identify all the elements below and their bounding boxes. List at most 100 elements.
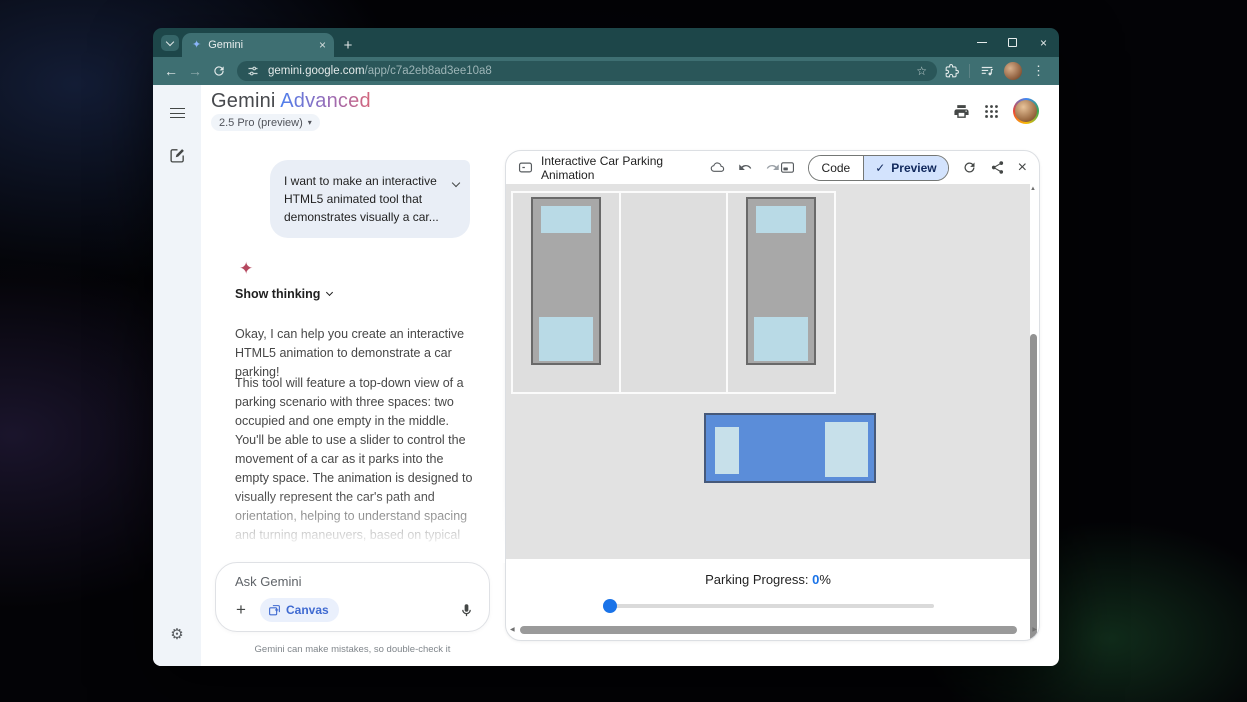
tab-search-button[interactable]: [161, 35, 179, 51]
response-paragraph-2: This tool will feature a top-down view o…: [235, 374, 477, 564]
canvas-title[interactable]: Interactive Car Parking Animation: [541, 154, 698, 182]
gemini-sparkle-icon: ✦: [239, 259, 253, 279]
bookmark-star-icon[interactable]: ☆: [916, 64, 927, 78]
close-canvas-button[interactable]: ×: [1018, 159, 1027, 177]
printer-icon: [953, 103, 970, 120]
parking-stall-middle-empty: [621, 193, 729, 392]
animation-preview: [506, 184, 1030, 559]
tab-title: Gemini: [208, 39, 319, 51]
share-icon: [990, 160, 1005, 175]
minimize-icon: [977, 42, 987, 43]
player-car: [704, 413, 876, 483]
chevron-down-icon: [166, 37, 174, 45]
avatar-photo: [1015, 100, 1037, 122]
maximize-button[interactable]: [997, 28, 1028, 57]
gear-icon: ⚙: [170, 625, 183, 643]
slider-thumb[interactable]: [603, 599, 617, 613]
car-rear-window: [754, 317, 808, 361]
model-selector[interactable]: 2.5 Pro (preview)▾: [211, 114, 320, 131]
save-status-button[interactable]: [710, 160, 725, 175]
browser-window: ✦ Gemini × + × ← →: [153, 28, 1059, 666]
vertical-scrollbar-thumb[interactable]: [1030, 334, 1037, 641]
media-controls-button[interactable]: [980, 64, 994, 78]
add-attachment-button[interactable]: +: [230, 599, 252, 621]
scroll-up-icon[interactable]: ▲: [1028, 186, 1038, 192]
horizontal-scrollbar-thumb[interactable]: [520, 626, 1017, 634]
browser-menu-button[interactable]: ⋮: [1032, 63, 1045, 79]
vertical-scrollbar[interactable]: ▲ ▼: [1028, 186, 1038, 641]
canvas-toggle-button[interactable]: Canvas: [260, 598, 339, 622]
browser-toolbar: ← → gemini.google.com/app/c7a2eb8ad3ee10…: [153, 57, 1059, 85]
scroll-left-icon[interactable]: ◀: [510, 626, 515, 633]
reload-icon: [212, 64, 226, 78]
horizontal-scrollbar[interactable]: ◀ ▶: [510, 625, 1037, 635]
media-controls-icon: [980, 64, 994, 78]
chevron-down-icon: [326, 289, 333, 296]
canvas-document-icon: [518, 160, 533, 175]
back-button[interactable]: ←: [159, 63, 183, 79]
desktop-background: ✦ Gemini × + × ← →: [0, 0, 1247, 702]
page-title: Gemini Advanced: [211, 90, 371, 113]
expand-message-button[interactable]: [453, 173, 459, 191]
browser-tab-gemini[interactable]: ✦ Gemini ×: [182, 33, 334, 57]
settings-button[interactable]: ⚙: [165, 622, 189, 646]
user-message-bubble: I want to make an interactive HTML5 anim…: [270, 160, 470, 238]
disclaimer-text: Gemini can make mistakes, so double-chec…: [215, 644, 490, 655]
extensions-puzzle-icon: [945, 64, 959, 78]
window-controls: ×: [966, 28, 1059, 57]
toolbar-divider: [969, 64, 970, 78]
tab-strip: ✦ Gemini × + ×: [153, 28, 1059, 57]
canvas-icon: [268, 604, 281, 617]
car-windshield: [825, 422, 868, 477]
show-thinking-toggle[interactable]: Show thinking: [235, 287, 332, 301]
share-button[interactable]: [990, 160, 1005, 175]
forward-button[interactable]: →: [183, 63, 207, 79]
url-path: /app/c7a2eb8ad3ee10a8: [365, 65, 492, 77]
toolbar-right: ⋮: [945, 62, 1045, 80]
open-in-window-button[interactable]: [780, 160, 795, 175]
app-header: Gemini Advanced 2.5 Pro (preview)▾: [201, 85, 1059, 137]
parking-stall-right: [728, 193, 834, 392]
tab-close-icon[interactable]: ×: [319, 39, 326, 51]
voice-input-button[interactable]: [455, 599, 477, 621]
new-chat-button[interactable]: [165, 143, 189, 167]
minimize-button[interactable]: [966, 28, 997, 57]
tab-preview[interactable]: ✓ Preview: [864, 156, 947, 180]
main-menu-button[interactable]: [165, 101, 189, 125]
car-rear-window: [539, 317, 593, 361]
slider-track[interactable]: [603, 604, 934, 608]
redo-button[interactable]: [765, 160, 780, 175]
check-icon: ✓: [875, 161, 885, 175]
account-avatar[interactable]: [1013, 98, 1039, 124]
picture-in-picture-icon: [780, 160, 795, 175]
ask-gemini-input[interactable]: [235, 574, 455, 589]
undo-button[interactable]: [738, 160, 753, 175]
site-settings-icon: [247, 65, 259, 77]
extensions-button[interactable]: [945, 64, 959, 78]
new-tab-button[interactable]: +: [339, 36, 357, 54]
url-bar[interactable]: gemini.google.com/app/c7a2eb8ad3ee10a8 ☆: [237, 61, 937, 81]
parking-stall-left: [513, 193, 621, 392]
reload-button[interactable]: [207, 64, 231, 78]
scroll-right-icon[interactable]: ▶: [1032, 626, 1037, 633]
parking-progress-slider[interactable]: [603, 599, 934, 613]
print-button[interactable]: [953, 103, 970, 120]
refresh-preview-button[interactable]: [962, 160, 977, 175]
parked-car-left: [531, 197, 601, 365]
close-window-button[interactable]: ×: [1028, 28, 1059, 57]
gemini-page: ⚙ Gemini Advanced 2.5 Pro (preview)▾: [153, 85, 1059, 666]
parked-car-right: [746, 197, 816, 365]
hamburger-icon: [170, 113, 185, 114]
maximize-icon: [1008, 38, 1017, 47]
advanced-badge: Advanced: [280, 90, 371, 112]
browser-profile-avatar[interactable]: [1004, 62, 1022, 80]
parking-stalls: [511, 191, 836, 394]
google-apps-button[interactable]: [983, 103, 1000, 120]
car-windshield: [541, 206, 591, 233]
user-message-text: I want to make an interactive HTML5 anim…: [284, 174, 439, 224]
url-host: gemini.google.com: [268, 65, 365, 77]
tab-code[interactable]: Code: [809, 156, 865, 180]
undo-icon: [738, 160, 753, 175]
apps-grid-icon: [983, 103, 1000, 120]
animation-controls: Parking Progress: 0%: [506, 559, 1030, 623]
